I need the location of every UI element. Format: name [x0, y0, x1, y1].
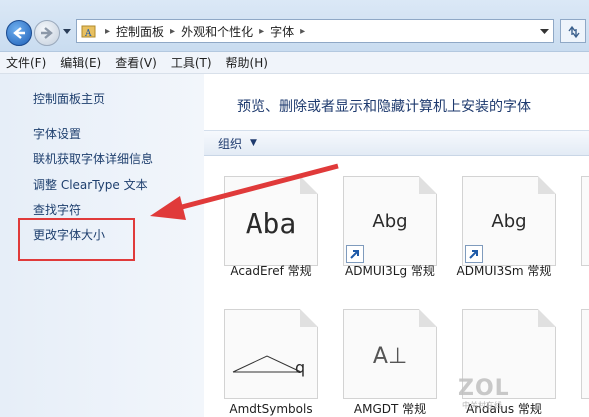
fonts-folder-icon: A [81, 25, 96, 39]
refresh-button[interactable] [560, 19, 586, 43]
recent-pages-dropdown-icon[interactable] [62, 28, 72, 36]
highlight-box [18, 218, 135, 261]
adjust-cleartype-link[interactable]: 调整 ClearType 文本 [33, 176, 148, 193]
address-toolbar: A ▸ 控制面板 ▸ 外观和个性化 ▸ 字体 ▸ [0, 0, 589, 52]
menu-file[interactable]: 文件(F) [6, 54, 46, 71]
page-fold [419, 176, 437, 194]
svg-text:A: A [84, 29, 92, 39]
font-tile-admui3sm[interactable]: Abg [462, 176, 556, 266]
page-title: 预览、删除或者显示和隐藏计算机上安装的字体 [237, 99, 531, 115]
zol-watermark: ZOL [458, 376, 510, 401]
font-tile-partial[interactable] [581, 309, 589, 399]
font-label[interactable]: AcadEref 常规 [216, 263, 326, 279]
shortcut-overlay [346, 245, 364, 263]
font-label[interactable]: ADMUI3Lg 常规 [335, 263, 445, 279]
page-fold [538, 176, 556, 194]
menu-tools[interactable]: 工具(T) [171, 54, 212, 71]
arrow-left-icon [13, 27, 25, 39]
organize-button[interactable]: 组织 [218, 135, 242, 152]
menu-help[interactable]: 帮助(H) [226, 54, 268, 71]
menu-view[interactable]: 查看(V) [115, 54, 157, 71]
crumb-fonts[interactable]: 字体 [270, 23, 294, 40]
font-label[interactable]: ADMUI3Sm 常规 [454, 263, 554, 279]
control-panel-home-link[interactable]: 控制面板主页 [33, 90, 105, 107]
shortcut-arrow-icon [350, 250, 359, 259]
page-fold [300, 309, 318, 327]
font-tile-amdtsymbols[interactable]: q [224, 309, 318, 399]
font-preview-glyph: q [295, 358, 306, 377]
get-font-info-online-link[interactable]: 联机获取字体详细信息 [33, 150, 153, 167]
font-settings-link[interactable]: 字体设置 [33, 125, 81, 142]
arrow-right-icon [41, 27, 53, 39]
menu-edit[interactable]: 编辑(E) [60, 54, 101, 71]
chevron-right-icon[interactable]: ▸ [259, 26, 264, 37]
shortcut-overlay [465, 245, 483, 263]
back-button[interactable] [6, 20, 32, 46]
chevron-down-icon[interactable]: ▼ [250, 138, 257, 148]
font-preview-glyph: Abg [491, 211, 527, 232]
annotation-arrow [150, 163, 339, 220]
font-preview-glyph: Abg [372, 211, 408, 232]
find-character-link[interactable]: 查找字符 [33, 201, 81, 218]
page-fold [419, 309, 437, 327]
font-preview-glyph: A⊥ [372, 344, 408, 369]
chevron-right-icon[interactable]: ▸ [300, 26, 305, 37]
font-tile-amgdt[interactable]: A⊥ [343, 309, 437, 399]
font-tile-partial[interactable] [581, 176, 589, 266]
crumb-appearance[interactable]: 外观和个性化 [181, 23, 253, 40]
font-label[interactable]: AmdtSymbols [216, 401, 326, 417]
zol-watermark-sub: 中关村在线 [462, 401, 502, 410]
breadcrumb: ▸ 控制面板 ▸ 外观和个性化 ▸ 字体 ▸ [99, 20, 311, 42]
shortcut-arrow-icon [469, 250, 478, 259]
content-pane: 预览、删除或者显示和隐藏计算机上安装的字体 组织 ▼ Aba AcadEref … [204, 74, 589, 417]
font-label[interactable]: AMGDT 常规 [335, 401, 445, 417]
chevron-right-icon[interactable]: ▸ [105, 26, 110, 37]
crumb-control-panel[interactable]: 控制面板 [116, 23, 164, 40]
font-tile-admui3lg[interactable]: Abg [343, 176, 437, 266]
address-field[interactable]: A ▸ 控制面板 ▸ 外观和个性化 ▸ 字体 ▸ [76, 19, 554, 43]
chevron-right-icon[interactable]: ▸ [170, 26, 175, 37]
page-fold [538, 309, 556, 327]
address-dropdown-icon[interactable] [540, 29, 549, 35]
refresh-icon [568, 25, 580, 39]
menu-bar: 文件(F) 编辑(E) 查看(V) 工具(T) 帮助(H) [0, 52, 589, 74]
command-bar: 组织 ▼ [204, 130, 589, 156]
forward-button[interactable] [34, 20, 60, 46]
